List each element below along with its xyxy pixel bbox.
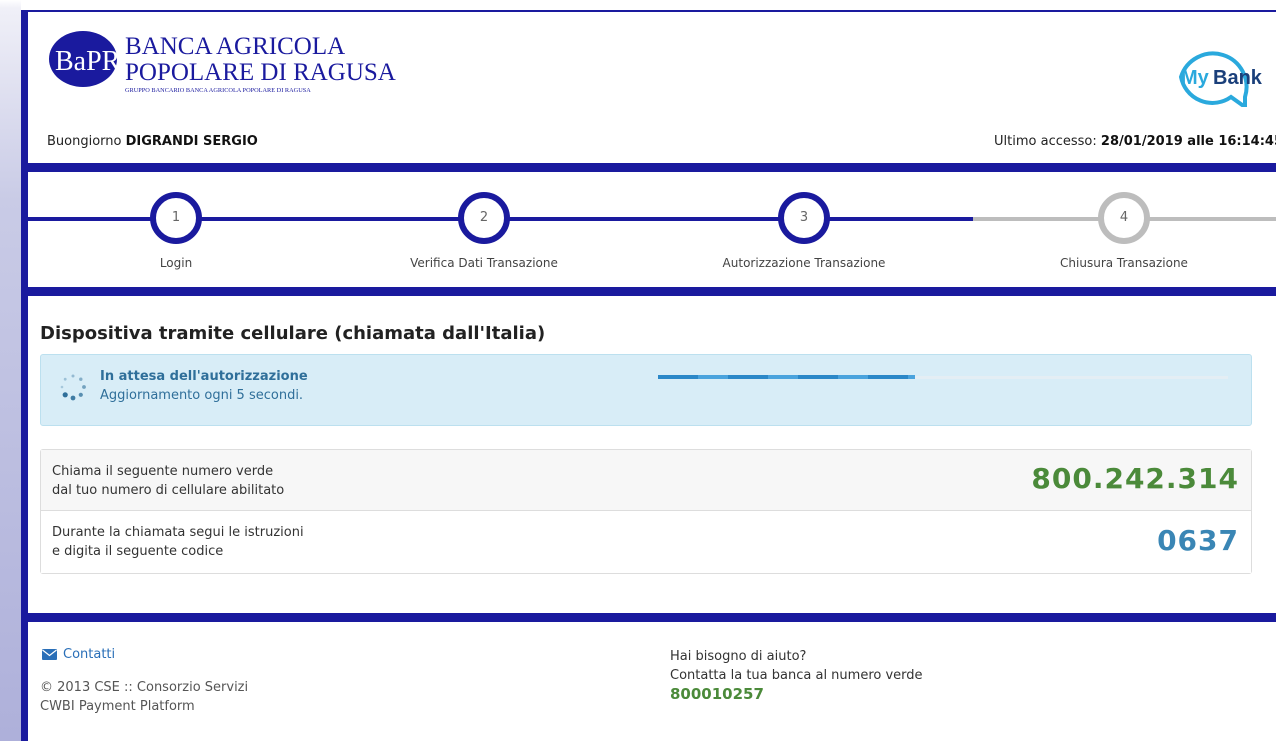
svg-text:My: My	[1181, 67, 1210, 89]
greeting-prefix: Buongiorno	[47, 134, 122, 149]
code-row: Durante la chiamata segui le istruzioni …	[41, 511, 1251, 573]
last-access: Ultimo accesso: 28/01/2019 alle 16:14:45	[994, 134, 1276, 149]
page-frame: BaPR BANCA AGRICOLA POPOLARE DI RAGUSA G…	[21, 10, 1276, 743]
step-autorizzazione: 3 Autorizzazione Transazione	[684, 192, 924, 270]
step-label: Verifica Dati Transazione	[410, 256, 558, 270]
header: BaPR BANCA AGRICOLA POPOLARE DI RAGUSA G…	[35, 12, 1276, 163]
contacts-label: Contatti	[63, 647, 116, 662]
call-instructions-line2: dal tuo numero di cellulare abilitato	[52, 483, 285, 498]
steps-divider	[28, 287, 1276, 296]
step-chiusura: 4 Chiusura Transazione	[1004, 192, 1244, 270]
bank-name-line1: BANCA AGRICOLA	[125, 33, 345, 60]
last-access-value: 28/01/2019 alle 16:14:45	[1100, 134, 1276, 149]
help-phone-number: 800010257	[670, 685, 764, 703]
bank-logo: BaPR BANCA AGRICOLA POPOLARE DI RAGUSA G…	[49, 31, 396, 94]
greeting: Buongiorno DIGRANDI SERGIO	[47, 134, 258, 149]
page-title: Dispositiva tramite cellulare (chiamata …	[40, 323, 546, 344]
progress-bar-fill	[658, 375, 915, 379]
step-verifica: 2 Verifica Dati Transazione	[364, 192, 604, 270]
help-line1: Hai bisogno di aiuto?	[670, 649, 807, 664]
step-number: 4	[1098, 192, 1150, 244]
header-divider	[28, 163, 1276, 172]
step-label: Chiusura Transazione	[1060, 256, 1188, 270]
step-label: Login	[159, 256, 193, 270]
step-number: 3	[778, 192, 830, 244]
footer-divider	[28, 613, 1276, 622]
bank-group: GRUPPO BANCARIO BANCA AGRICOLA POPOLARE …	[125, 87, 311, 94]
main-content: Dispositiva tramite cellulare (chiamata …	[28, 296, 1276, 622]
code-instructions-line1: Durante la chiamata segui le istruzioni	[52, 525, 304, 540]
envelope-icon	[42, 649, 57, 660]
alert-subtitle: Aggiornamento ogni 5 secondi.	[100, 388, 304, 403]
progress-bar	[658, 375, 1228, 379]
bank-name-line2: POPOLARE DI RAGUSA	[125, 59, 396, 86]
toll-free-number: 800.242.314	[1031, 462, 1239, 495]
phone-row: Chiama il seguente numero verde dal tuo …	[41, 450, 1251, 511]
call-instructions: Chiama il seguente numero verde dal tuo …	[52, 462, 284, 500]
authorization-code: 0637	[1157, 524, 1239, 557]
step-login: 1 Login	[56, 192, 296, 270]
call-instructions-panel: Chiama il seguente numero verde dal tuo …	[40, 449, 1252, 574]
loading-spinner-icon	[60, 374, 86, 401]
copyright: © 2013 CSE :: Consorzio Servizi CWBI Pay…	[40, 678, 248, 716]
step-number: 1	[150, 192, 202, 244]
waiting-alert: In attesa dell'autorizzazione Aggiorname…	[40, 354, 1252, 426]
window-left-edge	[0, 0, 21, 741]
alert-title: In attesa dell'autorizzazione	[100, 369, 308, 384]
copyright-line2: CWBI Payment Platform	[40, 699, 195, 714]
progress-steps: 1 Login 2 Verifica Dati Transazione 3 Au…	[28, 172, 1276, 287]
code-instructions-line2: e digita il seguente codice	[52, 544, 224, 559]
step-label: Autorizzazione Transazione	[722, 256, 886, 270]
user-name: DIGRANDI SERGIO	[125, 134, 258, 149]
step-number: 2	[458, 192, 510, 244]
footer: Contatti © 2013 CSE :: Consorzio Servizi…	[28, 622, 1276, 743]
mybank-logo: My Bank	[1178, 51, 1263, 107]
code-instructions: Durante la chiamata segui le istruzioni …	[52, 523, 304, 561]
last-access-label: Ultimo accesso:	[994, 134, 1097, 149]
logo-monogram: BaPR	[55, 46, 121, 77]
help-box: Hai bisogno di aiuto? Contatta la tua ba…	[670, 647, 923, 705]
svg-text:Bank: Bank	[1213, 67, 1263, 89]
copyright-line1: © 2013 CSE :: Consorzio Servizi	[40, 680, 249, 695]
help-line2: Contatta la tua banca al numero verde	[670, 668, 923, 683]
contacts-link[interactable]: Contatti	[42, 647, 115, 662]
call-instructions-line1: Chiama il seguente numero verde	[52, 464, 274, 479]
